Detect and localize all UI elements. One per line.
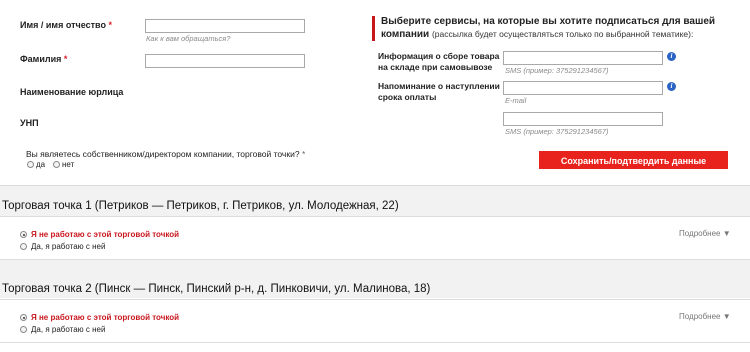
service-pickup-hint: SMS (пример: 375291234567) — [505, 66, 609, 75]
info-icon[interactable]: i — [667, 52, 676, 61]
owner-question: Вы являетесь собственником/директором ко… — [26, 149, 306, 159]
trade-point-2-title: Торговая точка 2 (Пинск — Пинск, Пинский… — [2, 283, 431, 295]
owner-no-label: нет — [62, 160, 75, 169]
first-name-label: Имя / имя отчество * — [20, 20, 112, 30]
point-1-yes-label: Да, я работаю с ней — [31, 242, 106, 251]
point-2-no-radio[interactable] — [20, 314, 27, 321]
owner-no-radio[interactable] — [53, 161, 60, 168]
last-name-input[interactable] — [145, 54, 305, 68]
service-pickup-input[interactable] — [503, 51, 663, 65]
point-2-yes-label: Да, я работаю с ней — [31, 325, 106, 334]
save-button[interactable]: Сохранить/подтвердить данные — [539, 151, 728, 169]
service-payment-input[interactable] — [503, 81, 663, 95]
point-2-yes-radio[interactable] — [20, 326, 27, 333]
service-sms-input[interactable] — [503, 112, 663, 126]
trade-point-1-title: Торговая точка 1 (Петриков — Петриков, г… — [2, 200, 399, 212]
service-pickup-label: Информация о сборе товара на складе при … — [378, 51, 500, 72]
services-heading: Выберите сервисы, на которые вы хотите п… — [372, 16, 731, 41]
unp-label: УНП — [20, 118, 39, 128]
point-1-more-link[interactable]: Подробнее ▼ — [679, 229, 731, 238]
info-icon[interactable]: i — [667, 82, 676, 91]
trade-point-1-card: Я не работаю с этой торговой точкой Да, … — [0, 216, 750, 260]
first-name-hint: Как к вам обращаться? — [146, 34, 231, 43]
service-payment-hint: E-mail — [505, 96, 527, 105]
owner-yes-radio[interactable] — [27, 161, 34, 168]
owner-yes-label: да — [36, 160, 46, 169]
company-label: Наименование юрлица — [20, 87, 124, 97]
point-2-more-link[interactable]: Подробнее ▼ — [679, 312, 731, 321]
point-2-no-label: Я не работаю с этой торговой точкой — [31, 313, 180, 322]
service-payment-label: Напоминание о наступлении срока оплаты — [378, 81, 500, 102]
point-1-no-label: Я не работаю с этой торговой точкой — [31, 230, 180, 239]
last-name-label: Фамилия * — [20, 54, 68, 64]
point-1-no-radio[interactable] — [20, 231, 27, 238]
first-name-input[interactable] — [145, 19, 305, 33]
point-1-yes-radio[interactable] — [20, 243, 27, 250]
service-sms-hint: SMS (пример: 375291234567) — [505, 127, 609, 136]
contact-form-panel: Имя / имя отчество * Как к вам обращатьс… — [0, 0, 750, 186]
trade-point-2-card: Я не работаю с этой торговой точкой Да, … — [0, 299, 750, 343]
